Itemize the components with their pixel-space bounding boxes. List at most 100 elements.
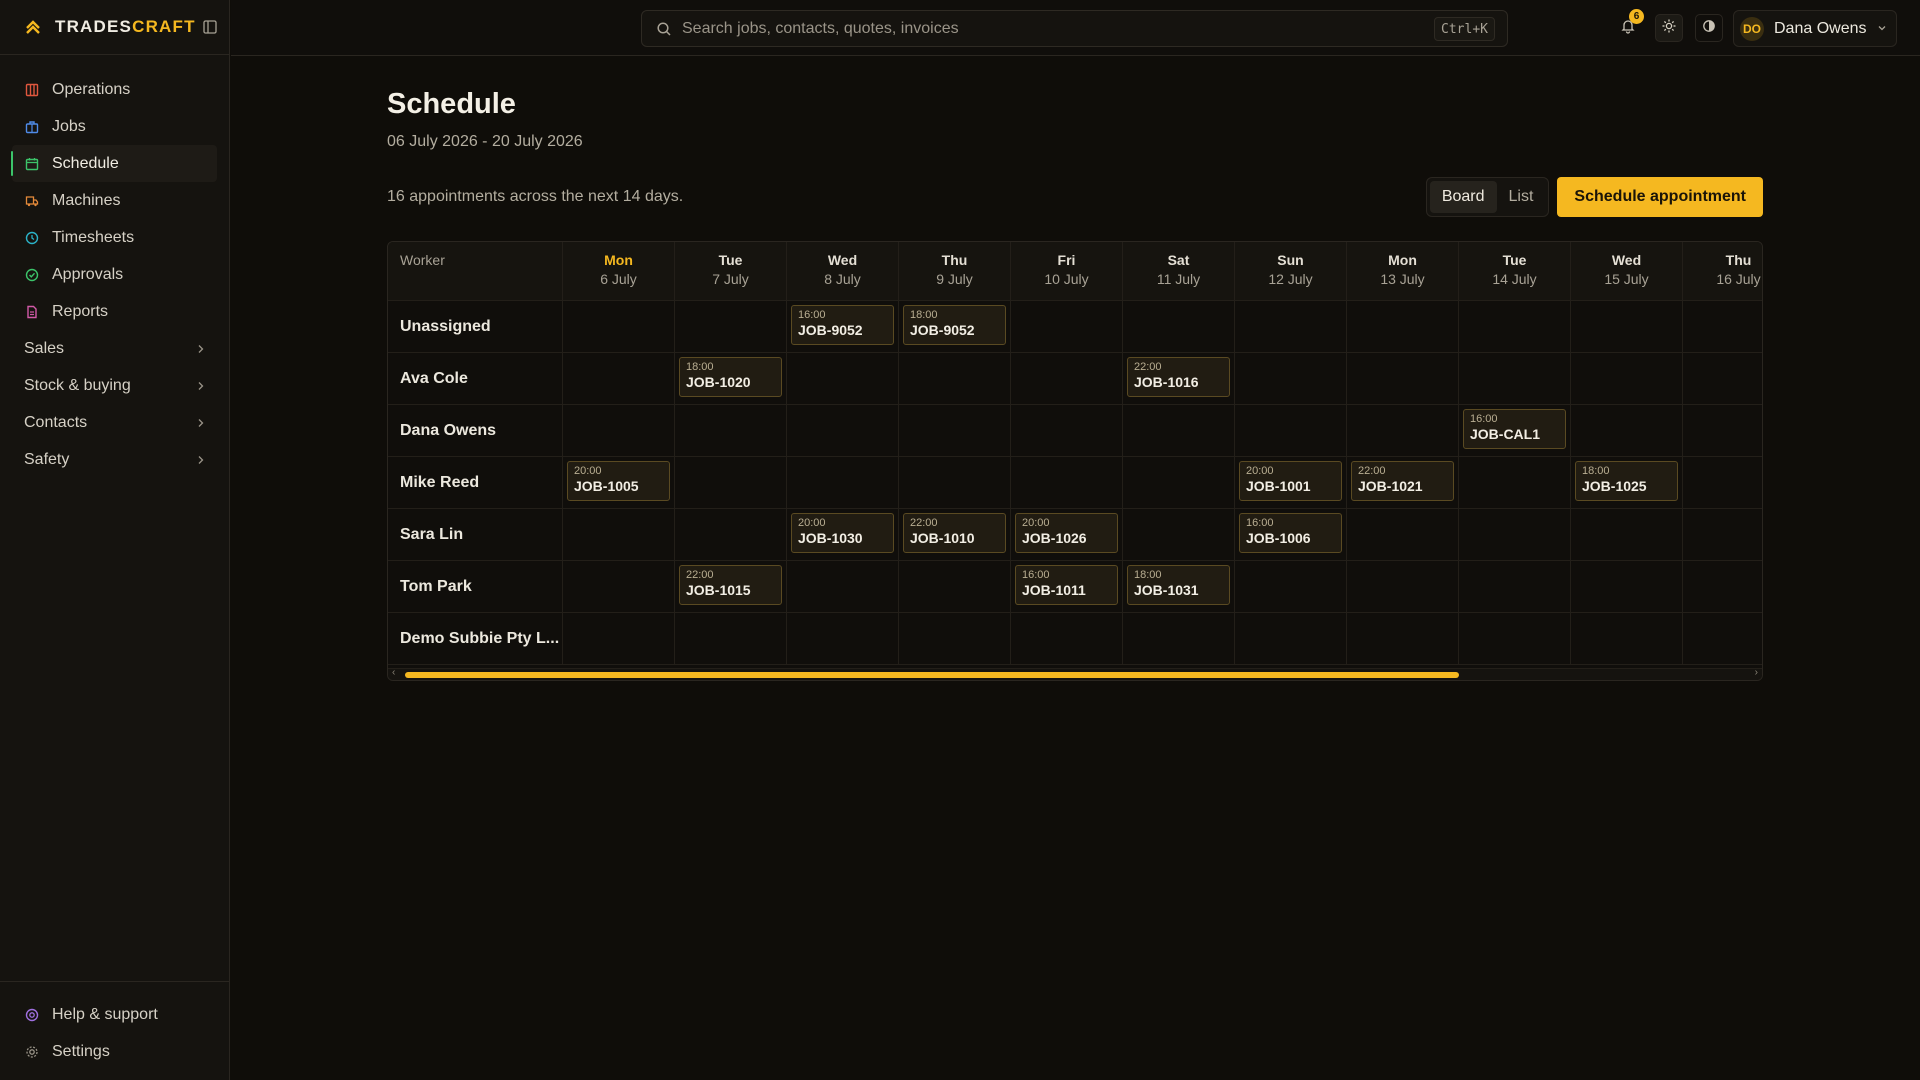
scrollbar-thumb[interactable] xyxy=(405,672,1459,678)
schedule-cell[interactable] xyxy=(1683,509,1762,560)
schedule-cell[interactable] xyxy=(1683,613,1762,664)
sidebar-item-settings[interactable]: Settings xyxy=(12,1033,217,1070)
scroll-right-icon[interactable]: › xyxy=(1755,667,1758,678)
sidebar-item-operations[interactable]: Operations xyxy=(12,71,217,108)
schedule-cell[interactable] xyxy=(899,561,1011,612)
schedule-cell[interactable]: 18:00 JOB-1020 xyxy=(675,353,787,404)
schedule-cell[interactable] xyxy=(1347,405,1459,456)
sidebar-item-help-support[interactable]: Help & support xyxy=(12,996,217,1033)
schedule-cell[interactable] xyxy=(1123,301,1235,352)
schedule-cell[interactable] xyxy=(899,613,1011,664)
sidebar-item-timesheets[interactable]: Timesheets xyxy=(12,219,217,256)
user-menu-button[interactable]: DO Dana Owens xyxy=(1733,10,1897,47)
view-board-option[interactable]: Board xyxy=(1429,181,1497,213)
schedule-cell[interactable] xyxy=(1123,457,1235,508)
schedule-cell[interactable] xyxy=(1011,613,1123,664)
schedule-cell[interactable] xyxy=(1235,353,1347,404)
appointment-card[interactable]: 22:00 JOB-1010 xyxy=(903,513,1006,553)
schedule-cell[interactable] xyxy=(899,457,1011,508)
schedule-cell[interactable] xyxy=(1011,353,1123,404)
schedule-cell[interactable] xyxy=(563,301,675,352)
schedule-cell[interactable] xyxy=(1235,613,1347,664)
sidebar-group-stock-buying[interactable]: Stock & buying xyxy=(12,367,217,404)
schedule-cell[interactable]: 20:00 JOB-1026 xyxy=(1011,509,1123,560)
tradescraft-logo-icon[interactable] xyxy=(22,16,44,38)
schedule-cell[interactable] xyxy=(1571,301,1683,352)
schedule-cell[interactable] xyxy=(899,405,1011,456)
schedule-cell[interactable] xyxy=(563,561,675,612)
schedule-cell[interactable] xyxy=(787,353,899,404)
schedule-cell[interactable] xyxy=(1123,613,1235,664)
schedule-cell[interactable] xyxy=(787,561,899,612)
schedule-cell[interactable] xyxy=(1235,405,1347,456)
horizontal-scrollbar[interactable]: ‹ › xyxy=(388,667,1762,680)
notifications-button[interactable]: 6 xyxy=(1614,9,1644,42)
appointment-card[interactable]: 16:00 JOB-1006 xyxy=(1239,513,1342,553)
schedule-cell[interactable] xyxy=(675,457,787,508)
schedule-cell[interactable] xyxy=(1347,613,1459,664)
schedule-cell[interactable]: 20:00 JOB-1030 xyxy=(787,509,899,560)
appointment-card[interactable]: 22:00 JOB-1021 xyxy=(1351,461,1454,501)
schedule-cell[interactable] xyxy=(1459,561,1571,612)
appointment-card[interactable]: 16:00 JOB-CAL1 xyxy=(1463,409,1566,449)
schedule-cell[interactable]: 18:00 JOB-9052 xyxy=(899,301,1011,352)
schedule-cell[interactable] xyxy=(675,405,787,456)
appointment-card[interactable]: 18:00 JOB-1025 xyxy=(1575,461,1678,501)
appointment-card[interactable]: 20:00 JOB-1001 xyxy=(1239,461,1342,501)
schedule-cell[interactable] xyxy=(1459,301,1571,352)
sidebar-group-contacts[interactable]: Contacts xyxy=(12,404,217,441)
schedule-cell[interactable]: 22:00 JOB-1021 xyxy=(1347,457,1459,508)
schedule-cell[interactable] xyxy=(1011,457,1123,508)
schedule-cell[interactable] xyxy=(1571,613,1683,664)
schedule-cell[interactable] xyxy=(1571,405,1683,456)
schedule-cell[interactable] xyxy=(1347,353,1459,404)
schedule-cell[interactable] xyxy=(1683,405,1762,456)
schedule-cell[interactable]: 20:00 JOB-1005 xyxy=(563,457,675,508)
appointment-card[interactable]: 18:00 JOB-1031 xyxy=(1127,565,1230,605)
schedule-cell[interactable] xyxy=(1571,509,1683,560)
schedule-cell[interactable] xyxy=(675,613,787,664)
schedule-cell[interactable] xyxy=(563,613,675,664)
schedule-cell[interactable]: 16:00 JOB-CAL1 xyxy=(1459,405,1571,456)
appointment-card[interactable]: 18:00 JOB-9052 xyxy=(903,305,1006,345)
schedule-cell[interactable] xyxy=(787,457,899,508)
schedule-cell[interactable] xyxy=(1683,353,1762,404)
schedule-cell[interactable] xyxy=(1683,301,1762,352)
schedule-cell[interactable] xyxy=(1347,301,1459,352)
schedule-cell[interactable]: 18:00 JOB-1025 xyxy=(1571,457,1683,508)
appointment-card[interactable]: 20:00 JOB-1005 xyxy=(567,461,670,501)
schedule-cell[interactable] xyxy=(675,301,787,352)
appointment-card[interactable]: 16:00 JOB-1011 xyxy=(1015,565,1118,605)
appointment-card[interactable]: 22:00 JOB-1015 xyxy=(679,565,782,605)
schedule-cell[interactable] xyxy=(1123,509,1235,560)
search-input[interactable]: Search jobs, contacts, quotes, invoices … xyxy=(641,10,1508,47)
appointment-card[interactable]: 22:00 JOB-1016 xyxy=(1127,357,1230,397)
schedule-cell[interactable] xyxy=(1123,405,1235,456)
schedule-cell[interactable] xyxy=(1235,561,1347,612)
schedule-cell[interactable] xyxy=(787,613,899,664)
schedule-cell[interactable] xyxy=(1571,561,1683,612)
schedule-appointment-button[interactable]: Schedule appointment xyxy=(1557,177,1763,217)
schedule-cell[interactable] xyxy=(1459,613,1571,664)
schedule-cell[interactable] xyxy=(1683,561,1762,612)
appointment-card[interactable]: 20:00 JOB-1030 xyxy=(791,513,894,553)
sidebar-item-reports[interactable]: Reports xyxy=(12,293,217,330)
schedule-cell[interactable]: 22:00 JOB-1010 xyxy=(899,509,1011,560)
schedule-cell[interactable] xyxy=(899,353,1011,404)
view-list-option[interactable]: List xyxy=(1497,181,1546,213)
sidebar-collapse-icon[interactable] xyxy=(202,19,218,35)
schedule-cell[interactable]: 20:00 JOB-1001 xyxy=(1235,457,1347,508)
schedule-cell[interactable] xyxy=(1459,457,1571,508)
sidebar-item-jobs[interactable]: Jobs xyxy=(12,108,217,145)
schedule-cell[interactable] xyxy=(563,353,675,404)
sidebar-item-machines[interactable]: Machines xyxy=(12,182,217,219)
schedule-cell[interactable]: 18:00 JOB-1031 xyxy=(1123,561,1235,612)
schedule-cell[interactable] xyxy=(675,509,787,560)
schedule-cell[interactable] xyxy=(563,405,675,456)
schedule-cell[interactable] xyxy=(1347,561,1459,612)
schedule-cell[interactable]: 16:00 JOB-1006 xyxy=(1235,509,1347,560)
sidebar-group-safety[interactable]: Safety xyxy=(12,441,217,478)
scroll-left-icon[interactable]: ‹ xyxy=(392,667,395,678)
schedule-cell[interactable]: 22:00 JOB-1015 xyxy=(675,561,787,612)
schedule-cell[interactable] xyxy=(563,509,675,560)
